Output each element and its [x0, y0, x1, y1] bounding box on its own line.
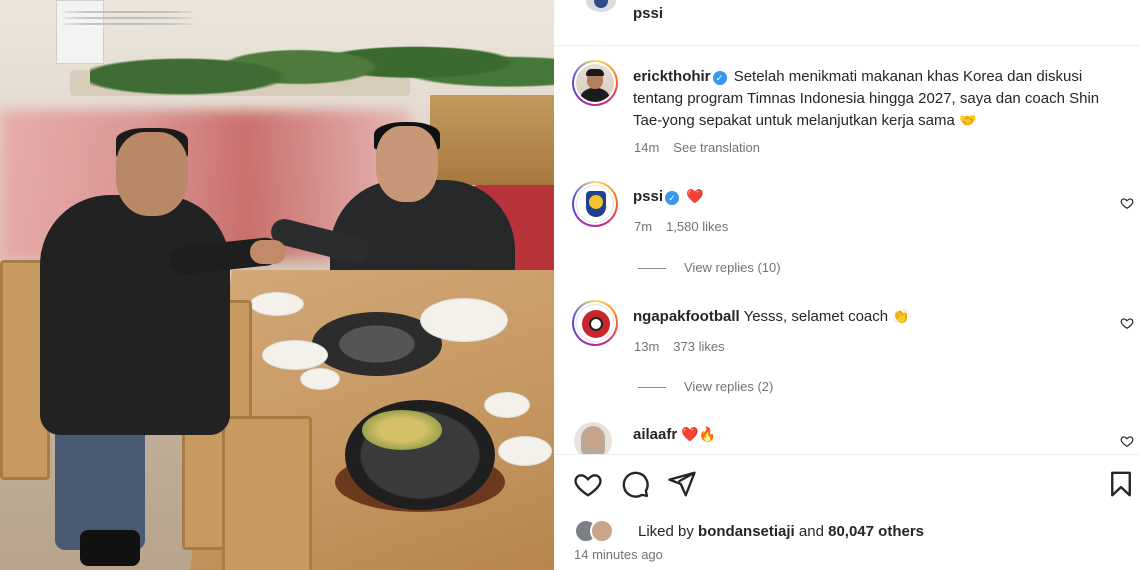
heart-emoji: ❤️: [686, 189, 704, 205]
photo-plate: [420, 298, 508, 342]
photo-person-left-body: [40, 195, 230, 435]
comment: ngapakfootball Yesss, selamet coach 👏: [633, 306, 910, 328]
comment-meta: 13m 373 likes: [634, 339, 739, 354]
comment-text: Yesss, selamet coach: [743, 308, 889, 325]
view-replies-button[interactable]: View replies (2): [638, 379, 773, 394]
photo-person-left-head: [116, 132, 188, 216]
header-username[interactable]: pssi: [633, 5, 663, 22]
like-comment-heart-icon[interactable]: [1120, 316, 1134, 330]
verified-icon: ✓: [712, 71, 727, 85]
liked-by-others[interactable]: 80,047 others: [828, 523, 924, 540]
comment-username[interactable]: pssi: [633, 188, 663, 205]
photo-plants: [90, 10, 554, 105]
photo-plate: [262, 340, 328, 370]
bookmark-icon[interactable]: [1106, 469, 1136, 499]
comment-username[interactable]: erickthohir: [633, 68, 711, 85]
comment-likes[interactable]: 373 likes: [673, 339, 724, 354]
post-actions: Liked by bondansetiaji and 80,047 others…: [554, 454, 1140, 570]
heart-fire-emoji: ❤️🔥: [681, 427, 717, 443]
like-comment-heart-icon[interactable]: [1120, 434, 1134, 448]
comment-time[interactable]: 13m: [634, 339, 659, 354]
share-icon[interactable]: [667, 469, 697, 499]
photo-handshake: [250, 240, 286, 264]
photo-wood-panel: [430, 95, 554, 185]
like-comment-heart-icon[interactable]: [1120, 196, 1134, 210]
post-side-panel: pssi erickthohir ✓ Setelah menikmati maka…: [554, 0, 1140, 570]
comment-meta: 7m 1,580 likes: [634, 219, 742, 234]
comment-likes[interactable]: 1,580 likes: [666, 219, 728, 234]
view-replies-button[interactable]: View replies (10): [638, 260, 781, 275]
avatar[interactable]: [572, 300, 618, 346]
caption: erickthohir ✓ Setelah menikmati makanan k…: [633, 66, 1123, 132]
comment-time[interactable]: 14m: [634, 140, 659, 155]
view-replies-label: View replies (10): [684, 260, 781, 275]
comment-username[interactable]: ailaafr: [633, 426, 677, 443]
liked-by-summary: Liked by bondansetiaji and 80,047 others: [638, 523, 924, 540]
photo-pancake: [362, 410, 442, 450]
comment: ailaafr ❤️🔥: [633, 424, 716, 446]
see-translation-link[interactable]: See translation: [673, 140, 760, 155]
liked-by-prefix: Liked by: [638, 523, 694, 540]
handshake-emoji: 🤝: [959, 113, 977, 129]
comments-list[interactable]: erickthohir ✓ Setelah menikmati makanan k…: [554, 46, 1140, 454]
photo-person-right-head: [376, 126, 438, 202]
caption-meta: 14m See translation: [634, 140, 774, 155]
heart-icon[interactable]: [573, 469, 603, 499]
avatar[interactable]: [572, 181, 618, 227]
header-avatar[interactable]: [586, 0, 616, 12]
comment-username[interactable]: ngapakfootball: [633, 308, 740, 325]
photo-plate: [498, 436, 552, 466]
post-photo[interactable]: [0, 0, 554, 570]
verified-icon: ✓: [665, 191, 680, 205]
comment-icon[interactable]: [620, 469, 650, 499]
post-header: pssi: [554, 0, 1140, 46]
clap-emoji: 👏: [892, 309, 910, 325]
liked-by-avatars[interactable]: [574, 519, 636, 545]
avatar[interactable]: [574, 422, 612, 454]
comment: pssi ✓ ❤️: [633, 186, 704, 208]
photo-person-left-shoes: [80, 530, 140, 566]
liked-by-and: and: [798, 523, 824, 540]
liked-by-user[interactable]: bondansetiaji: [698, 523, 795, 540]
avatar[interactable]: [572, 60, 618, 106]
post-timestamp[interactable]: 14 minutes ago: [574, 547, 663, 562]
photo-chair: [222, 416, 312, 570]
photo-plate: [484, 392, 530, 418]
comment-time[interactable]: 7m: [634, 219, 652, 234]
view-replies-label: View replies (2): [684, 379, 774, 394]
avatar: [590, 519, 614, 543]
photo-plate: [250, 292, 304, 316]
photo-plate: [300, 368, 340, 390]
